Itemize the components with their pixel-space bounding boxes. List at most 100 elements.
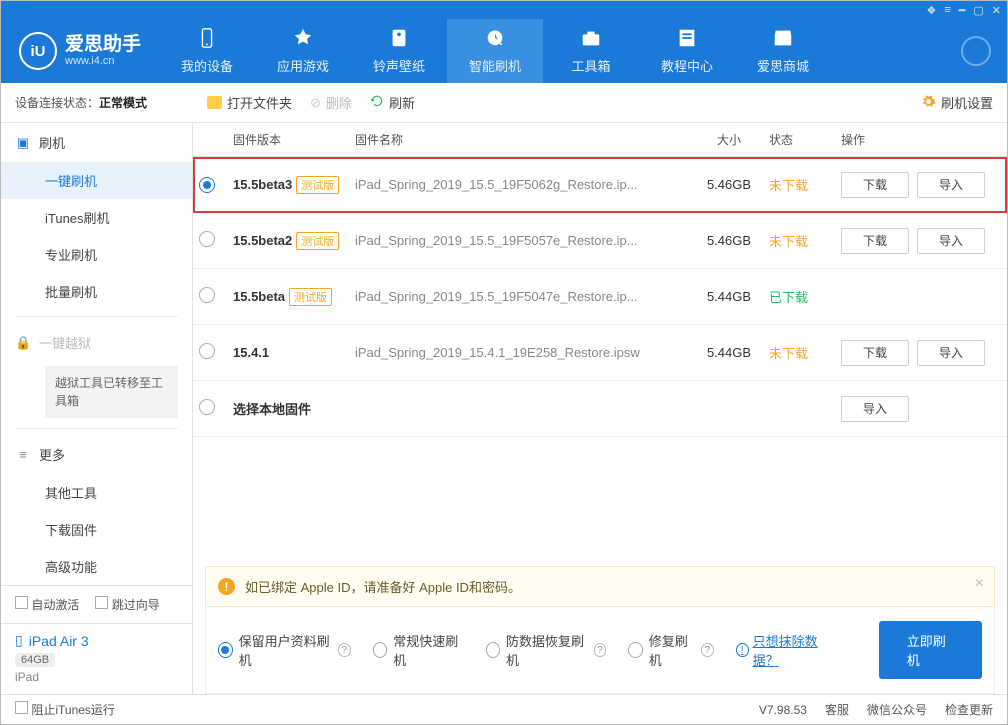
fw-status: 已下载: [769, 287, 841, 306]
col-ops: 操作: [841, 131, 1001, 148]
beta-tag: 测试版: [289, 288, 332, 306]
sidebar-sec-more[interactable]: ≡ 更多: [1, 435, 192, 474]
flash-options: 保留用户资料刷机? 常规快速刷机 防数据恢复刷机? 修复刷机? !只想抹除数据？…: [205, 607, 995, 694]
help-icon[interactable]: ?: [701, 643, 714, 657]
minimize-icon[interactable]: ━: [959, 4, 966, 17]
main: 固件版本 固件名称 大小 状态 操作 15.5beta3测试版iPad_Spri…: [193, 123, 1007, 694]
sidebar-sec-jailbreak: 🔒 一键越狱: [1, 323, 192, 362]
import-button[interactable]: 导入: [917, 228, 985, 254]
window-controls: ❖ ≡ ━ ▢ ✕: [1, 1, 1007, 19]
nav-6[interactable]: 爱思商城: [735, 19, 831, 83]
refresh-button[interactable]: 刷新: [370, 93, 415, 112]
sidebar-item-other[interactable]: 其他工具: [1, 474, 192, 511]
sidebar: ▣ 刷机 一键刷机 iTunes刷机 专业刷机 批量刷机 🔒 一键越狱 越狱工具…: [1, 123, 193, 694]
gear-icon: [921, 94, 936, 112]
fw-version: 15.5beta3: [233, 177, 292, 192]
fw-size: 5.46GB: [689, 233, 769, 248]
nav-1[interactable]: 应用游戏: [255, 19, 351, 83]
check-update-link[interactable]: 检查更新: [945, 701, 993, 718]
sidebar-item-download[interactable]: 下载固件: [1, 511, 192, 548]
import-button[interactable]: 导入: [917, 340, 985, 366]
refresh-icon: [370, 94, 384, 111]
device-storage-badge: 64GB: [15, 653, 55, 667]
row-radio[interactable]: [199, 231, 215, 247]
import-button[interactable]: 导入: [841, 396, 909, 422]
tip-close-icon[interactable]: ×: [975, 575, 984, 593]
sidebar-item-onekey[interactable]: 一键刷机: [1, 162, 192, 199]
sidebar-item-advanced[interactable]: 高级功能: [1, 548, 192, 585]
table-row[interactable]: 15.5beta测试版iPad_Spring_2019_15.5_19F5047…: [193, 269, 1007, 325]
opt-keep-data[interactable]: 保留用户资料刷机?: [218, 631, 351, 669]
opt-normal[interactable]: 常规快速刷机: [373, 631, 464, 669]
wechat-link[interactable]: 微信公众号: [867, 701, 927, 718]
nav-5[interactable]: 教程中心: [639, 19, 735, 83]
device-panel: ▯ iPad Air 3 64GB iPad: [1, 623, 192, 694]
fw-size: 5.44GB: [689, 289, 769, 304]
opt-anti-recover[interactable]: 防数据恢复刷机?: [486, 631, 607, 669]
download-button[interactable]: 下载: [841, 340, 909, 366]
download-button[interactable]: 下载: [841, 228, 909, 254]
nav-icon: [196, 27, 218, 52]
device-name[interactable]: ▯ iPad Air 3: [15, 632, 178, 649]
jailbreak-note: 越狱工具已转移至工具箱: [45, 366, 178, 418]
erase-link[interactable]: !只想抹除数据？: [736, 631, 835, 669]
more-icon: ≡: [15, 447, 31, 462]
table-header: 固件版本 固件名称 大小 状态 操作: [193, 123, 1007, 157]
row-radio[interactable]: [199, 287, 215, 303]
row-radio[interactable]: [199, 177, 215, 193]
table-row[interactable]: 15.4.1iPad_Spring_2019_15.4.1_19E258_Res…: [193, 325, 1007, 381]
open-folder-button[interactable]: 打开文件夹: [207, 93, 292, 112]
block-itunes-checkbox[interactable]: 阻止iTunes运行: [15, 701, 115, 718]
fw-status: 未下载: [769, 175, 841, 194]
nav-3[interactable]: 智能刷机: [447, 19, 543, 83]
skip-guide-checkbox[interactable]: 跳过向导: [95, 596, 159, 613]
row-radio[interactable]: [199, 343, 215, 359]
fw-filename: iPad_Spring_2019_15.5_19F5057e_Restore.i…: [355, 233, 689, 248]
table-row[interactable]: 15.5beta2测试版iPad_Spring_2019_15.5_19F505…: [193, 213, 1007, 269]
flash-now-button[interactable]: 立即刷机: [879, 621, 982, 679]
table-row[interactable]: 选择本地固件导入: [193, 381, 1007, 437]
fw-size: 5.46GB: [689, 177, 769, 192]
download-button[interactable]: 下载: [841, 172, 909, 198]
device-type: iPad: [15, 670, 178, 684]
fw-size: 5.44GB: [689, 345, 769, 360]
close-icon[interactable]: ✕: [992, 4, 1001, 17]
nav-2[interactable]: 铃声壁纸: [351, 19, 447, 83]
brand-url: www.i4.cn: [65, 55, 141, 67]
brand: iU 爱思助手 www.i4.cn: [1, 32, 159, 70]
download-manager-icon[interactable]: [961, 36, 991, 66]
info-icon: !: [736, 643, 749, 657]
opt-repair[interactable]: 修复刷机?: [628, 631, 713, 669]
header: iU 爱思助手 www.i4.cn 我的设备应用游戏铃声壁纸智能刷机工具箱教程中…: [1, 19, 1007, 83]
fw-status: 未下载: [769, 231, 841, 250]
nav-icon: [772, 27, 794, 52]
delete-button[interactable]: ⊘ 删除: [310, 93, 352, 112]
sidebar-item-batch[interactable]: 批量刷机: [1, 273, 192, 310]
sidebar-sec-flash[interactable]: ▣ 刷机: [1, 123, 192, 162]
sidebar-item-pro[interactable]: 专业刷机: [1, 236, 192, 273]
help-icon[interactable]: ?: [338, 643, 351, 657]
nav-icon: [388, 27, 410, 52]
connection-status: 设备连接状态：正常模式: [1, 94, 193, 111]
auto-activate-checkbox[interactable]: 自动激活: [15, 596, 79, 613]
row-radio[interactable]: [199, 399, 215, 415]
menu-icon[interactable]: ❖: [926, 4, 936, 17]
help-icon[interactable]: ?: [594, 643, 607, 657]
support-link[interactable]: 客服: [825, 701, 849, 718]
fw-version: 15.5beta2: [233, 233, 292, 248]
maximize-icon[interactable]: ▢: [973, 4, 983, 17]
nav-4[interactable]: 工具箱: [543, 19, 639, 83]
sub-toolbar: 设备连接状态：正常模式 打开文件夹 ⊘ 删除 刷新 刷: [1, 83, 1007, 123]
list-icon[interactable]: ≡: [944, 4, 950, 16]
fw-version: 15.5beta: [233, 289, 285, 304]
table-row[interactable]: 15.5beta3测试版iPad_Spring_2019_15.5_19F506…: [193, 157, 1007, 213]
sidebar-item-itunes[interactable]: iTunes刷机: [1, 199, 192, 236]
flash-settings-button[interactable]: 刷机设置: [921, 93, 993, 112]
device-icon: ▯: [15, 632, 23, 649]
nav-icon: [580, 27, 602, 52]
import-button[interactable]: 导入: [917, 172, 985, 198]
nav-0[interactable]: 我的设备: [159, 19, 255, 83]
folder-icon: [207, 96, 222, 109]
status-bar: 阻止iTunes运行 V7.98.53 客服 微信公众号 检查更新: [1, 694, 1007, 724]
appleid-tip: ! 如已绑定 Apple ID，请准备好 Apple ID和密码。 ×: [205, 566, 995, 607]
